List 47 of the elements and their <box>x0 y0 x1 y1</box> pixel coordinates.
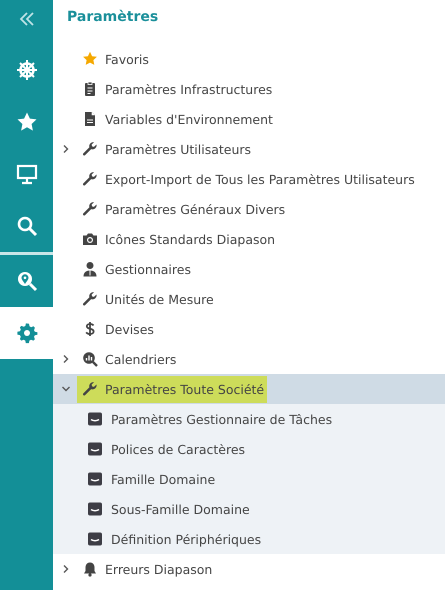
tree-item[interactable]: Paramètres Gestionnaire de Tâches <box>111 406 336 432</box>
location-search-icon <box>16 270 38 292</box>
drive-icon <box>87 531 103 547</box>
tree-item[interactable]: Favoris <box>105 46 152 72</box>
star-icon <box>82 51 98 67</box>
drive-icon <box>87 471 103 487</box>
chevron-right-icon[interactable] <box>61 354 71 364</box>
tree-item[interactable]: Paramètres Infrastructures <box>105 76 276 102</box>
tree-item[interactable]: Paramètres Toute Société <box>77 376 268 402</box>
tree-item[interactable]: Paramètres Généraux Divers <box>105 196 288 222</box>
document-icon <box>82 111 98 127</box>
drive-icon <box>87 501 103 517</box>
user-icon <box>82 261 98 277</box>
tree-item[interactable]: Gestionnaires <box>105 256 194 282</box>
tree-item[interactable]: Devises <box>105 316 157 342</box>
tree-item[interactable]: Sous-Famille Domaine <box>111 496 253 522</box>
tree-item[interactable]: Icônes Standards Diapason <box>105 226 278 252</box>
tree-item[interactable]: Export-Import de Tous les Paramètres Utilisateurs <box>105 166 418 192</box>
tree-item[interactable]: Calendriers <box>105 346 180 372</box>
tree-item[interactable]: Famille Domaine <box>111 466 218 492</box>
drive-icon <box>87 441 103 457</box>
camera-icon <box>82 231 98 247</box>
tree-item[interactable]: Définition Périphériques <box>111 526 264 552</box>
wrench-icon <box>82 141 98 157</box>
wrench-icon <box>82 201 98 217</box>
chevron-right-icon[interactable] <box>61 564 71 574</box>
helm-icon <box>16 59 38 81</box>
chevron-down-icon[interactable] <box>61 384 71 394</box>
drive-icon <box>87 411 103 427</box>
search-icon <box>16 215 38 237</box>
tree-item[interactable]: Erreurs Diapason <box>105 556 216 582</box>
wrench-icon <box>82 291 98 307</box>
chevron-right-icon[interactable] <box>61 144 71 154</box>
wrench-icon <box>82 171 98 187</box>
panel-title: Paramètres <box>66 8 160 27</box>
tree-item[interactable]: Polices de Caractères <box>111 436 248 462</box>
tree-item[interactable]: Unités de Mesure <box>105 286 217 312</box>
chart-search-icon <box>82 351 98 367</box>
tree-item[interactable]: Variables d'Environnement <box>105 106 276 132</box>
clipboard-icon <box>82 81 98 97</box>
wrench-icon <box>82 381 98 397</box>
tree-item[interactable]: Paramètres Utilisateurs <box>105 136 254 162</box>
sidebar-item[interactable] <box>0 307 53 359</box>
settings-icon <box>16 322 38 344</box>
star-icon <box>16 111 38 133</box>
bell-icon <box>82 561 98 577</box>
monitor-icon <box>16 163 38 185</box>
